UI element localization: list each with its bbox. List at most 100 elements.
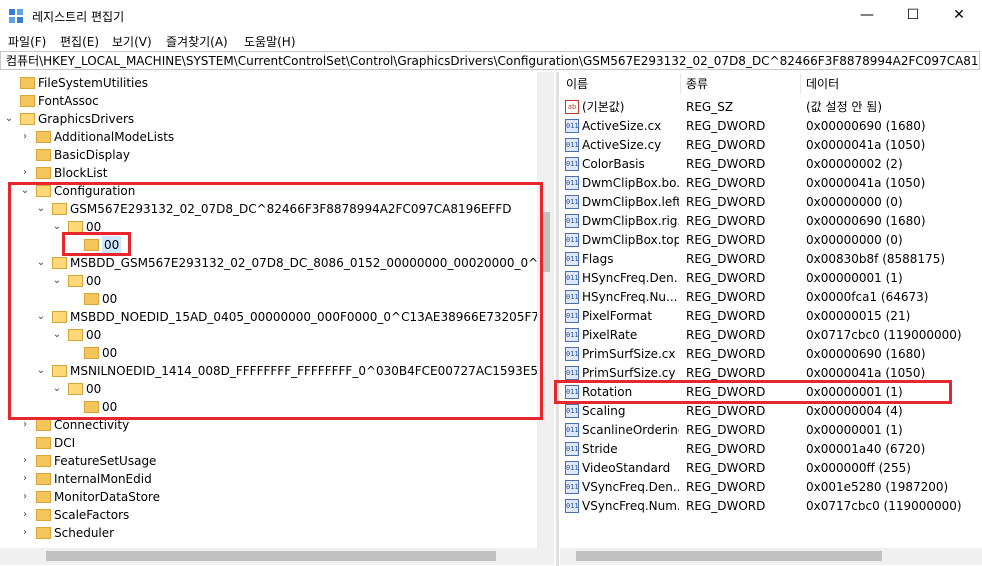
tree-item-label: AdditionalModeLists: [54, 130, 175, 144]
folder-icon: [36, 149, 51, 161]
column-header-name[interactable]: 이름: [566, 74, 588, 94]
value-type: REG_DWORD: [686, 404, 766, 418]
value-row[interactable]: 011 DwmClipBox.top REG_DWORD 0x00000000 (0): [560, 231, 960, 250]
chevron-right-icon[interactable]: ›: [20, 164, 30, 182]
tree-item[interactable]: › ScaleFactors: [0, 506, 537, 524]
pane-splitter[interactable]: [556, 72, 559, 566]
value-row[interactable]: 011 ColorBasis REG_DWORD 0x00000002 (2): [560, 155, 960, 174]
value-data: 0x00000004 (4): [806, 404, 903, 418]
chevron-right-icon[interactable]: ›: [20, 506, 30, 524]
maximize-button[interactable]: ☐: [890, 0, 936, 31]
tree-item-label: FeatureSetUsage: [54, 454, 157, 468]
dword-value-icon: 011: [565, 442, 579, 456]
value-type: REG_DWORD: [686, 195, 766, 209]
value-data: 0x00830b8f (8588175): [806, 252, 946, 266]
folder-icon: [36, 167, 51, 179]
value-row[interactable]: 011 VSyncFreq.Den... REG_DWORD 0x001e5280 (…: [560, 478, 960, 497]
value-row[interactable]: 011 PixelFormat REG_DWORD 0x00000015 (21): [560, 307, 960, 326]
menu-favorites[interactable]: 즐겨찾기(A): [166, 33, 228, 50]
tree-item[interactable]: › InternalMonEdid: [0, 470, 537, 488]
value-type: REG_DWORD: [686, 157, 766, 171]
value-type: REG_DWORD: [686, 119, 766, 133]
menu-file[interactable]: 파일(F): [8, 33, 46, 50]
values-horizontal-scrollbar[interactable]: [560, 548, 982, 565]
tree-item[interactable]: › BlockList: [0, 164, 537, 182]
chevron-right-icon[interactable]: ›: [20, 524, 30, 542]
value-data: 0x0000fca1 (64673): [806, 290, 929, 304]
value-row[interactable]: 011 DwmClipBox.bo... REG_DWORD 0x0000041a (…: [560, 174, 960, 193]
value-type: REG_SZ: [686, 100, 734, 114]
chevron-right-icon[interactable]: ›: [20, 452, 30, 470]
value-row[interactable]: 011 PixelRate REG_DWORD 0x0717cbc0 (1190000…: [560, 326, 962, 345]
value-data: 0x0000041a (1050): [806, 138, 926, 152]
tree-item[interactable]: FontAssoc: [0, 92, 537, 110]
column-header-type[interactable]: 종류: [686, 74, 708, 94]
tree-item[interactable]: ⌄ GraphicsDrivers: [0, 110, 537, 128]
tree-item[interactable]: FileSystemUtilities: [0, 74, 537, 92]
value-row[interactable]: 011 PrimSurfSize.cx REG_DWORD 0x00000690 (1…: [560, 345, 960, 364]
value-row[interactable]: 011 HSyncFreq.Den... REG_DWORD 0x00000001 (…: [560, 269, 960, 288]
value-data: 0x001e5280 (1987200): [806, 480, 949, 494]
value-name: VideoStandard: [582, 461, 671, 475]
value-row[interactable]: 011 VideoStandard REG_DWORD 0x000000ff (255…: [560, 459, 960, 478]
dword-value-icon: 011: [565, 461, 579, 475]
window-title: 레지스트리 편집기: [32, 10, 125, 24]
value-name: PixelRate: [582, 328, 638, 342]
value-row[interactable]: 011 Scaling REG_DWORD 0x00000004 (4): [560, 402, 960, 421]
value-row[interactable]: 011 ActiveSize.cx REG_DWORD 0x00000690 (168…: [560, 117, 960, 136]
value-row[interactable]: 011 ActiveSize.cy REG_DWORD 0x0000041a (105…: [560, 136, 960, 155]
tree-item[interactable]: › AdditionalModeLists: [0, 128, 537, 146]
value-row[interactable]: 011 HSyncFreq.Nu... REG_DWORD 0x0000fca1 (6…: [560, 288, 960, 307]
tree-item-label: MonitorDataStore: [54, 490, 160, 504]
tree-item[interactable]: BasicDisplay: [0, 146, 537, 164]
values-horizontal-scroll-thumb[interactable]: [576, 551, 882, 561]
value-type: REG_DWORD: [686, 461, 766, 475]
address-bar[interactable]: 컴퓨터\HKEY_LOCAL_MACHINE\SYSTEM\CurrentCon…: [0, 51, 980, 70]
value-row[interactable]: ab (기본값) REG_SZ (값 설정 안 됨): [560, 98, 960, 117]
folder-icon: [36, 455, 51, 467]
value-data: 0x00000015 (21): [806, 309, 911, 323]
dword-value-icon: 011: [565, 423, 579, 437]
menu-edit[interactable]: 편집(E): [60, 33, 99, 50]
chevron-down-icon[interactable]: ⌄: [4, 110, 14, 128]
value-name: (기본값): [582, 100, 625, 114]
tree-item[interactable]: › MonitorDataStore: [0, 488, 537, 506]
dword-value-icon: 011: [565, 347, 579, 361]
value-row[interactable]: 011 ScanlineOrdering REG_DWORD 0x00000001 (…: [560, 421, 960, 440]
value-name: PrimSurfSize.cx: [582, 347, 676, 361]
tree-item[interactable]: DCI: [0, 434, 537, 452]
chevron-right-icon[interactable]: ›: [20, 470, 30, 488]
menu-view[interactable]: 보기(V): [112, 33, 152, 50]
minimize-button[interactable]: —: [844, 0, 890, 31]
value-row[interactable]: 011 DwmClipBox.rig... REG_DWORD 0x00000690 …: [560, 212, 960, 231]
value-row[interactable]: 011 VSyncFreq.Num... REG_DWORD 0x0717cbc0 (…: [560, 497, 962, 516]
dword-value-icon: 011: [565, 214, 579, 228]
dword-value-icon: 011: [565, 404, 579, 418]
folder-icon: [20, 77, 35, 89]
value-name: PixelFormat: [582, 309, 653, 323]
value-type: REG_DWORD: [686, 442, 766, 456]
close-button[interactable]: ✕: [936, 0, 982, 31]
dword-value-icon: 011: [565, 119, 579, 133]
value-type: REG_DWORD: [686, 423, 766, 437]
value-data: 0x00001a40 (6720): [806, 442, 926, 456]
dword-value-icon: 011: [565, 499, 579, 513]
column-separator[interactable]: [680, 74, 681, 94]
value-row[interactable]: 011 DwmClipBox.left REG_DWORD 0x00000000 (0…: [560, 193, 960, 212]
menu-help[interactable]: 도움말(H): [244, 33, 296, 50]
tree-horizontal-scrollbar[interactable]: [0, 548, 554, 565]
column-header-data[interactable]: 데이터: [806, 74, 839, 94]
tree-item[interactable]: › Scheduler: [0, 524, 537, 542]
folder-icon: [36, 473, 51, 485]
tree-horizontal-scroll-thumb[interactable]: [46, 551, 496, 561]
chevron-right-icon[interactable]: ›: [20, 128, 30, 146]
column-separator[interactable]: [800, 74, 801, 94]
value-name: DwmClipBox.bo...: [582, 176, 679, 190]
tree-item[interactable]: › FeatureSetUsage: [0, 452, 537, 470]
chevron-right-icon[interactable]: ›: [20, 488, 30, 506]
tree-item-label: BlockList: [54, 166, 108, 180]
value-row[interactable]: 011 Flags REG_DWORD 0x00830b8f (8588175): [560, 250, 960, 269]
tree-item-label: ScaleFactors: [54, 508, 130, 522]
value-row[interactable]: 011 Stride REG_DWORD 0x00001a40 (6720): [560, 440, 960, 459]
dword-value-icon: 011: [565, 290, 579, 304]
